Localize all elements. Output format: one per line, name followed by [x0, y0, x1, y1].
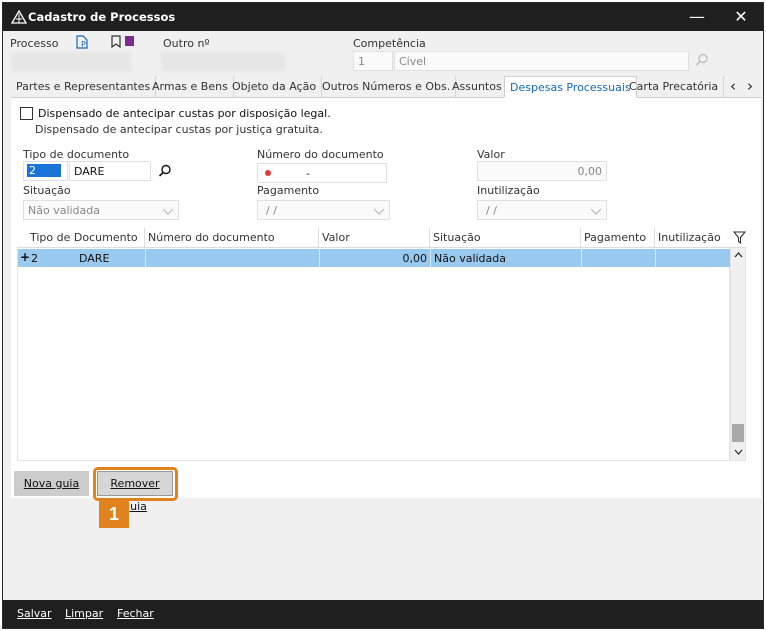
- competencia-code-field[interactable]: 1: [353, 51, 393, 71]
- required-marker-icon: [265, 170, 271, 176]
- callout-highlight: [93, 467, 178, 501]
- grid-header: Tipo de Documento Número do documento Va…: [17, 228, 747, 248]
- processo-field-redacted[interactable]: [11, 52, 131, 71]
- dispensado-checkbox-label: Dispensado de antecipar custas por dispo…: [38, 107, 331, 120]
- competencia-label: Competência: [353, 37, 426, 50]
- chevron-down-icon: [162, 208, 174, 215]
- cell-valor: 0,00: [402, 252, 428, 265]
- tab-objeto-acao[interactable]: Objeto da Ação: [227, 76, 323, 98]
- tipo-documento-search-icon[interactable]: [158, 164, 172, 178]
- processo-label: Processo: [10, 37, 59, 50]
- salvar-button[interactable]: Salvar: [17, 607, 52, 620]
- inutilizacao-label: Inutilização: [477, 184, 540, 197]
- column-situacao[interactable]: Situação: [433, 231, 481, 244]
- inutilizacao-date-picker[interactable]: / /: [477, 200, 607, 220]
- situacao-label: Situação: [23, 184, 71, 197]
- tab-carta-precatoria[interactable]: Carta Precatória: [624, 76, 725, 98]
- app-logo-icon: [11, 10, 27, 24]
- tab-assuntos[interactable]: Assuntos: [447, 76, 508, 98]
- pagamento-value: / /: [266, 204, 277, 217]
- bookmark-icon[interactable]: [110, 35, 122, 48]
- column-numero-documento[interactable]: Número do documento: [148, 231, 275, 244]
- competencia-search-icon[interactable]: [695, 53, 709, 67]
- cell-tipo-code: 2: [31, 252, 38, 265]
- tab-prev-icon[interactable]: ‹: [730, 77, 736, 95]
- dispensado-note: Dispensado de antecipar custas por justi…: [35, 123, 323, 136]
- callout-step-badge: 1: [99, 500, 129, 528]
- tab-outros-numeros[interactable]: Outros Números e Obs.: [317, 76, 457, 98]
- fechar-button[interactable]: Fechar: [117, 607, 154, 620]
- inutilizacao-value: / /: [486, 204, 497, 217]
- tab-strip: Partes e Representantes Armas e Bens Obj…: [11, 76, 761, 98]
- pagamento-label: Pagamento: [257, 184, 320, 197]
- cell-tipo: DARE: [79, 252, 110, 265]
- nova-guia-button[interactable]: Nova guia: [14, 471, 89, 496]
- limpar-button[interactable]: Limpar: [65, 607, 103, 620]
- tipo-documento-code-field[interactable]: 2: [23, 161, 68, 181]
- numero-documento-mask: -: [306, 167, 310, 180]
- numero-documento-label: Número do documento: [257, 148, 384, 161]
- grid-body: + 2 DARE 0,00 Não validada: [17, 248, 730, 461]
- footer-bar: Salvar Limpar Fechar: [3, 600, 763, 628]
- window-title: Cadastro de Processos: [28, 10, 176, 24]
- minimize-button[interactable]: —: [675, 3, 719, 31]
- numero-documento-field[interactable]: -: [257, 163, 387, 183]
- filter-icon[interactable]: [733, 231, 746, 245]
- tipo-documento-code-selected: 2: [27, 164, 61, 177]
- cell-situacao: Não validada: [434, 252, 507, 265]
- svg-text:P: P: [81, 40, 86, 49]
- column-pagamento[interactable]: Pagamento: [584, 231, 646, 244]
- close-button[interactable]: ✕: [719, 3, 763, 31]
- valor-field[interactable]: 0,00: [477, 161, 607, 181]
- outro-numero-field-redacted[interactable]: [161, 52, 286, 71]
- situacao-select[interactable]: Não validada: [23, 200, 179, 220]
- scroll-thumb[interactable]: [732, 424, 744, 442]
- outro-numero-label: Outro nº: [163, 37, 210, 50]
- tab-despesas-processuais[interactable]: Despesas Processuais: [504, 76, 637, 98]
- row-expand-icon[interactable]: +: [20, 250, 30, 264]
- competencia-value-field[interactable]: Cível: [394, 51, 689, 71]
- dispensado-checkbox[interactable]: [20, 107, 33, 120]
- tipo-documento-value-field[interactable]: DARE: [69, 161, 151, 181]
- column-inutilizacao[interactable]: Inutilização: [658, 231, 721, 244]
- scroll-up-icon[interactable]: [734, 251, 743, 259]
- status-color-marker: [125, 36, 134, 46]
- pagamento-date-picker[interactable]: / /: [257, 200, 390, 220]
- tab-armas-bens[interactable]: Armas e Bens: [147, 76, 234, 98]
- tab-next-icon[interactable]: ›: [747, 77, 753, 95]
- column-valor[interactable]: Valor: [322, 231, 350, 244]
- grid-vertical-scrollbar[interactable]: [730, 248, 746, 461]
- scroll-down-icon[interactable]: [734, 448, 743, 456]
- chevron-down-icon: [590, 208, 602, 215]
- situacao-selected-value: Não validada: [28, 204, 101, 217]
- tipo-documento-label: Tipo de documento: [23, 148, 130, 161]
- table-row[interactable]: + 2 DARE 0,00 Não validada: [18, 249, 730, 267]
- column-tipo-documento[interactable]: Tipo de Documento: [30, 231, 138, 244]
- cadastro-processos-window: Cadastro de Processos — ✕ Processo P Out…: [2, 2, 764, 629]
- nova-guia-label: Nova guia: [23, 477, 80, 490]
- document-p-icon[interactable]: P: [75, 35, 89, 49]
- tab-partes-representantes[interactable]: Partes e Representantes: [11, 76, 157, 98]
- valor-label: Valor: [477, 148, 505, 161]
- chevron-down-icon: [373, 208, 385, 215]
- title-bar: Cadastro de Processos — ✕: [3, 3, 763, 31]
